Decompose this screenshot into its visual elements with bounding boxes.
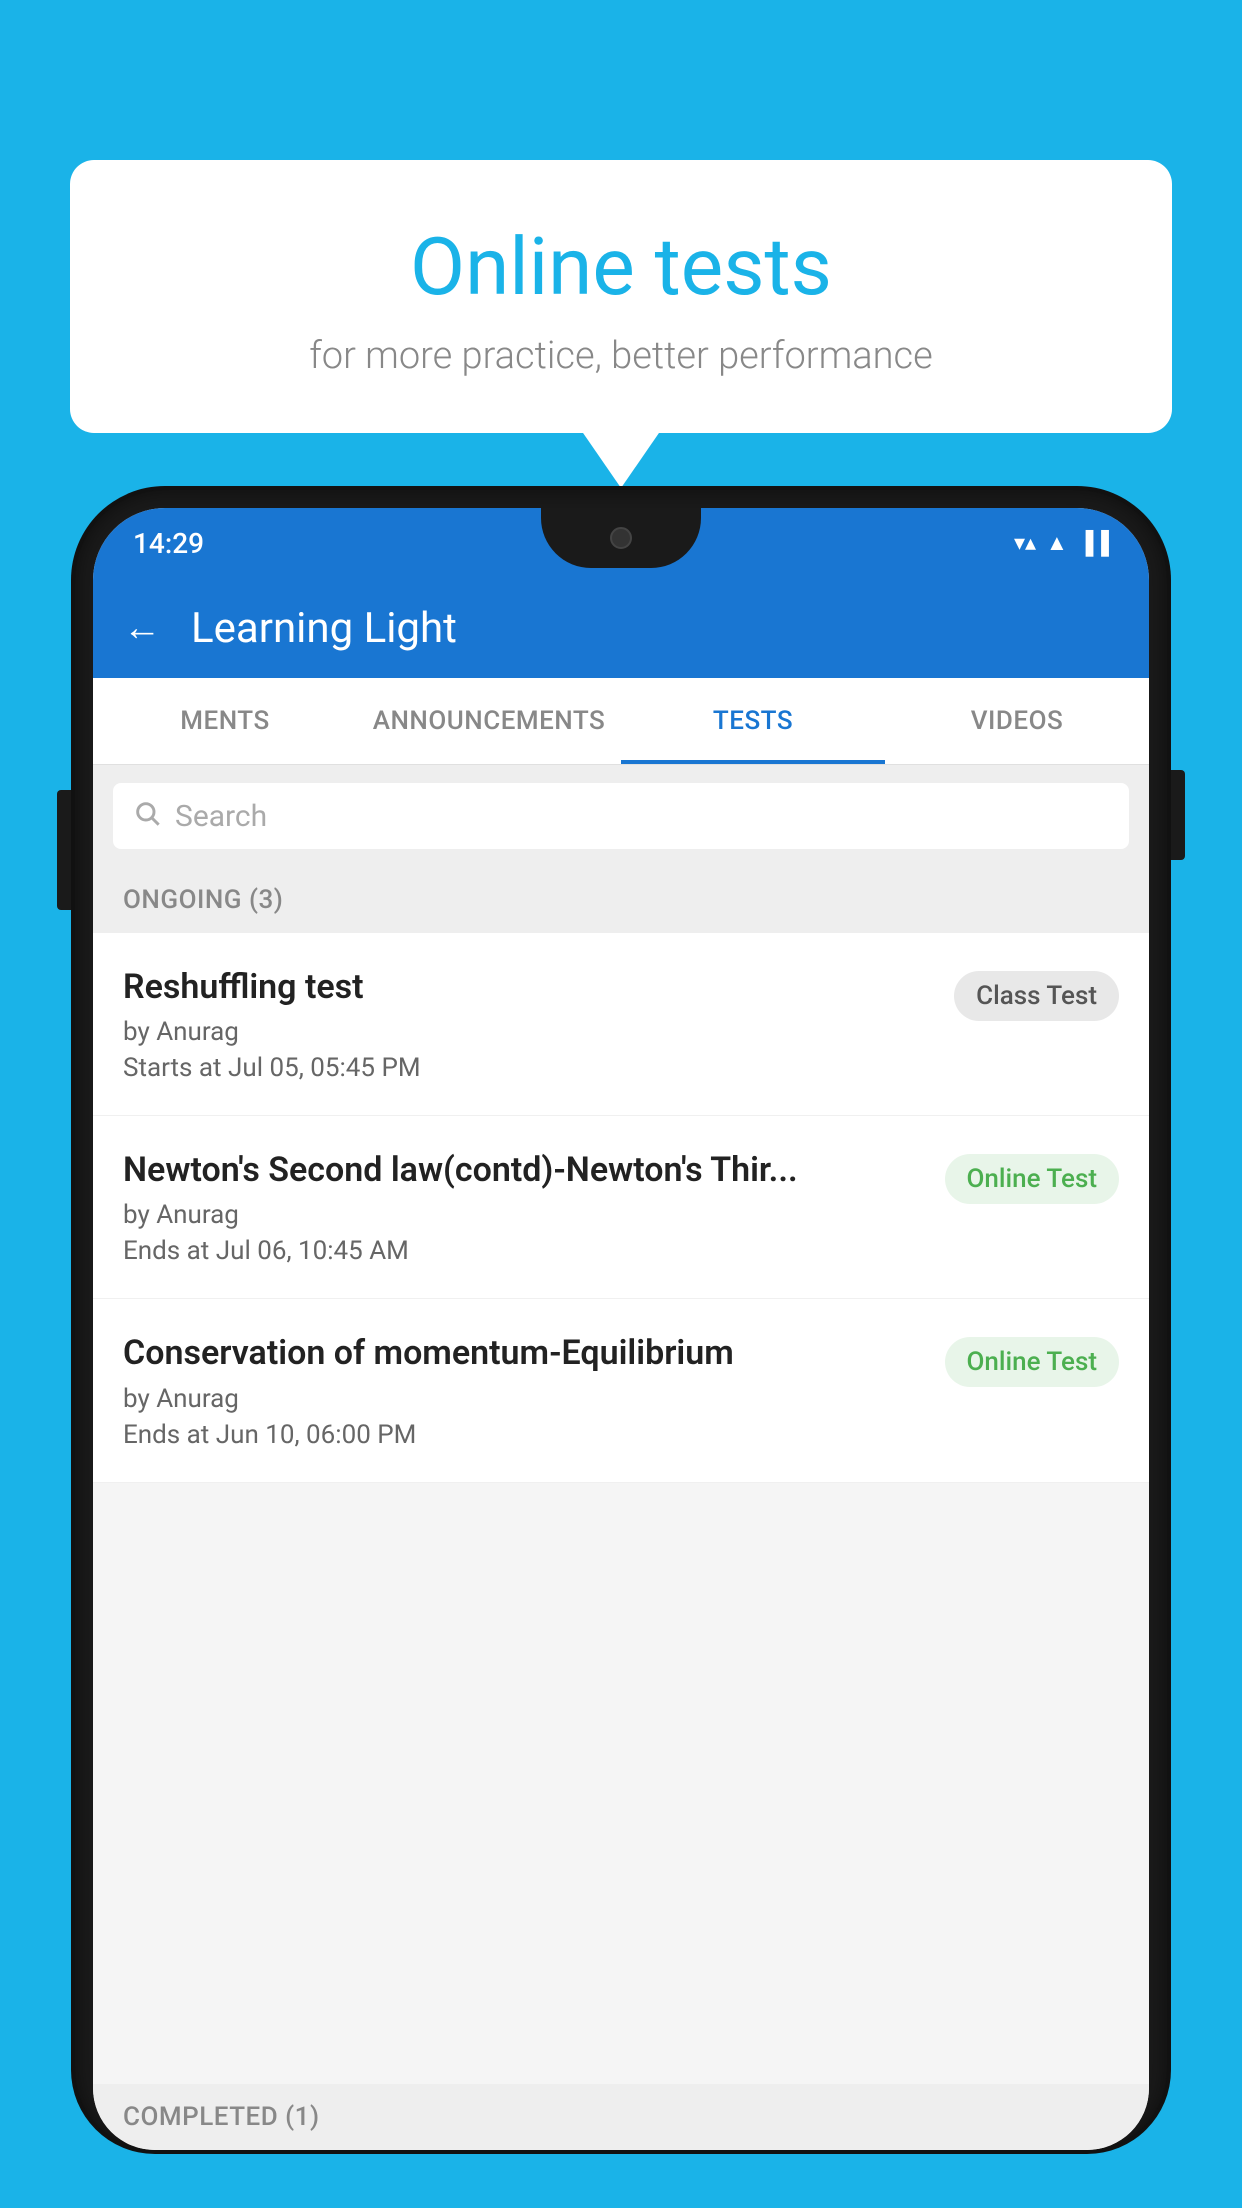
search-input-wrapper[interactable]: Search <box>113 783 1129 849</box>
app-bar-title: Learning Light <box>191 604 457 653</box>
test-item[interactable]: Reshuffling test by Anurag Starts at Jul… <box>93 933 1149 1116</box>
phone-frame: 14:29 ▾▴ ▲ ▐▐ ← Learning Light <box>75 490 1167 2150</box>
status-icons: ▾▴ ▲ ▐▐ <box>1014 530 1109 556</box>
test-author: by Anurag <box>123 1384 925 1414</box>
test-badge: Class Test <box>954 971 1119 1021</box>
bubble-title: Online tests <box>110 220 1132 314</box>
tab-tests[interactable]: TESTS <box>621 678 885 764</box>
test-item-content: Conservation of momentum-Equilibrium by … <box>123 1331 925 1449</box>
test-item-content: Newton's Second law(contd)-Newton's Thir… <box>123 1148 925 1266</box>
phone-content: MENTS ANNOUNCEMENTS TESTS VIDEOS <box>93 678 1149 2150</box>
completed-section-header: COMPLETED (1) <box>93 2084 1149 2150</box>
test-item[interactable]: Newton's Second law(contd)-Newton's Thir… <box>93 1116 1149 1299</box>
test-time: Starts at Jul 05, 05:45 PM <box>123 1053 934 1083</box>
camera-dot <box>610 527 632 549</box>
test-time: Ends at Jul 06, 10:45 AM <box>123 1236 925 1266</box>
tab-videos[interactable]: VIDEOS <box>885 678 1149 764</box>
test-item[interactable]: Conservation of momentum-Equilibrium by … <box>93 1299 1149 1482</box>
signal-icon: ▲ <box>1046 530 1068 556</box>
search-icon <box>133 797 161 835</box>
test-list: Reshuffling test by Anurag Starts at Jul… <box>93 933 1149 1483</box>
phone-outer: 14:29 ▾▴ ▲ ▐▐ ← Learning Light <box>75 490 1167 2208</box>
speech-bubble: Online tests for more practice, better p… <box>70 160 1172 433</box>
tabs-container: MENTS ANNOUNCEMENTS TESTS VIDEOS <box>93 678 1149 765</box>
search-container: Search <box>93 765 1149 867</box>
test-badge: Online Test <box>945 1337 1120 1387</box>
speech-bubble-container: Online tests for more practice, better p… <box>70 160 1172 433</box>
status-bar: 14:29 ▾▴ ▲ ▐▐ <box>93 508 1149 578</box>
wifi-icon: ▾▴ <box>1014 531 1036 556</box>
test-author: by Anurag <box>123 1200 925 1230</box>
ongoing-section-header: ONGOING (3) <box>93 867 1149 933</box>
tab-announcements[interactable]: ANNOUNCEMENTS <box>357 678 621 764</box>
test-author: by Anurag <box>123 1017 934 1047</box>
phone-inner: 14:29 ▾▴ ▲ ▐▐ ← Learning Light <box>93 508 1149 2150</box>
test-title: Conservation of momentum-Equilibrium <box>123 1331 925 1375</box>
test-item-content: Reshuffling test by Anurag Starts at Jul… <box>123 965 934 1083</box>
tab-ments[interactable]: MENTS <box>93 678 357 764</box>
status-time: 14:29 <box>133 527 204 560</box>
battery-icon: ▐▐ <box>1078 530 1109 556</box>
test-badge: Online Test <box>945 1154 1120 1204</box>
test-title: Reshuffling test <box>123 965 934 1009</box>
app-bar: ← Learning Light <box>93 578 1149 678</box>
bubble-subtitle: for more practice, better performance <box>110 334 1132 378</box>
test-time: Ends at Jun 10, 06:00 PM <box>123 1420 925 1450</box>
notch <box>541 508 701 568</box>
test-title: Newton's Second law(contd)-Newton's Thir… <box>123 1148 925 1192</box>
search-placeholder: Search <box>175 799 267 834</box>
back-button[interactable]: ← <box>123 606 161 650</box>
